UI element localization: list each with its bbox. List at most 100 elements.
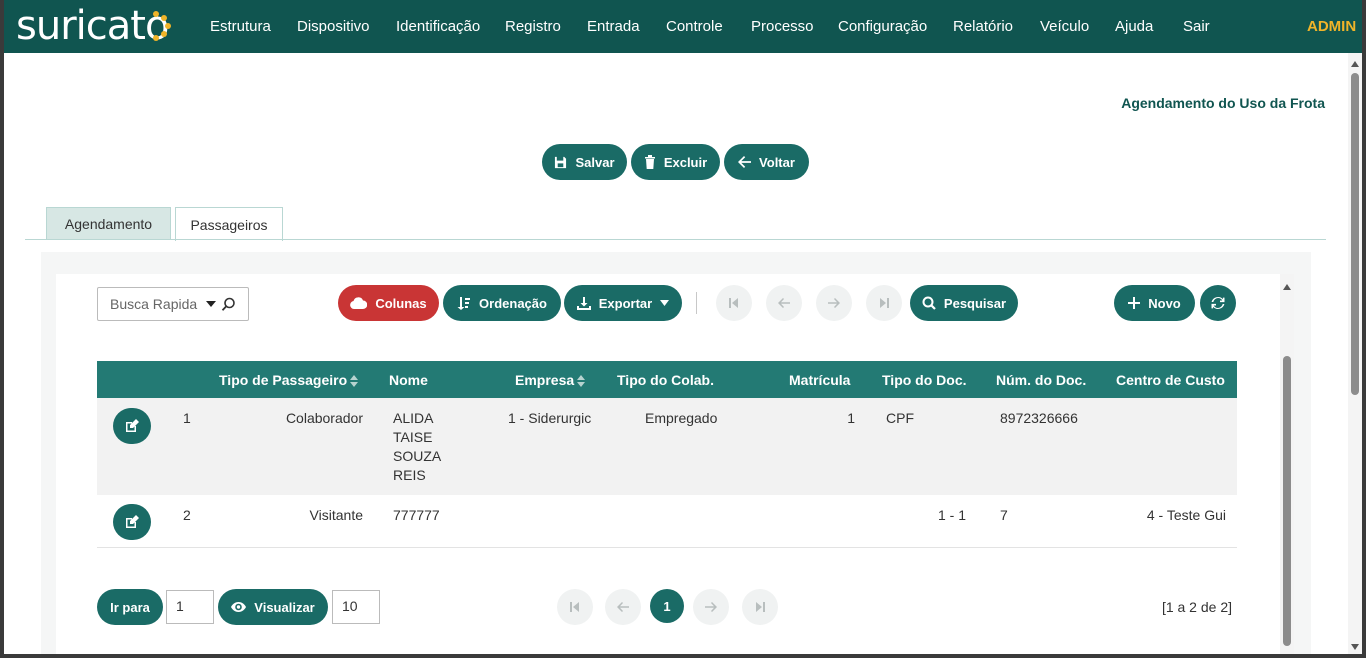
caret-down-icon	[660, 300, 670, 306]
download-icon	[576, 296, 591, 310]
quick-search	[97, 287, 249, 321]
last-page-button[interactable]	[866, 285, 902, 321]
export-button[interactable]: Exportar	[564, 285, 682, 321]
nav-dispositivo[interactable]: Dispositivo	[297, 18, 370, 36]
nav-relatorio[interactable]: Relatório	[953, 18, 1013, 36]
edit-row-button[interactable]	[113, 504, 151, 540]
page-size-input[interactable]: 10	[332, 590, 380, 624]
search-button[interactable]: Pesquisar	[910, 285, 1018, 321]
col-centro-custo[interactable]: Centro de Custo	[1116, 372, 1225, 388]
ordering-button[interactable]: Ordenação	[443, 285, 561, 321]
arrow-right-icon	[705, 602, 717, 612]
scroll-up-icon[interactable]	[1351, 61, 1359, 67]
row-number: 2	[183, 507, 191, 523]
save-button[interactable]: Salvar	[542, 144, 627, 180]
first-page-icon	[729, 298, 738, 308]
tab-divider	[25, 239, 1326, 240]
last-page-icon	[756, 602, 765, 612]
delete-button[interactable]: Excluir	[631, 144, 720, 180]
footer-prev-page-button[interactable]	[605, 589, 641, 625]
toolbar-divider	[696, 292, 697, 314]
nav-entrada[interactable]: Entrada	[587, 18, 640, 36]
col-tipo-colab[interactable]: Tipo do Colab.	[617, 372, 714, 388]
goto-page-input[interactable]: 1	[166, 590, 214, 624]
nav-identificacao[interactable]: Identificação	[396, 18, 480, 36]
cell-num-doc: 8972326666	[1000, 410, 1078, 426]
edit-row-button[interactable]	[113, 408, 151, 444]
chevron-down-icon[interactable]	[206, 301, 216, 307]
col-nome[interactable]: Nome	[389, 372, 428, 388]
edit-icon	[126, 419, 139, 432]
tab-agendamento[interactable]: Agendamento	[46, 207, 171, 240]
sort-icon	[457, 296, 471, 310]
scrollbar-thumb[interactable]	[1351, 73, 1359, 395]
panel-scroll-up-icon[interactable]	[1283, 284, 1291, 290]
nav-sair[interactable]: Sair	[1183, 18, 1210, 36]
refresh-button[interactable]	[1200, 285, 1236, 321]
plus-icon	[1128, 297, 1141, 309]
cell-nome: ALIDA TAISE SOUZA REIS	[393, 410, 442, 483]
edit-icon	[126, 515, 139, 528]
logo-dots-icon	[153, 11, 171, 41]
cell-tipo-passageiro: Colaborador	[285, 410, 363, 426]
tab-passageiros[interactable]: Passageiros	[175, 207, 283, 241]
cell-centro-custo: 4 - Teste Gui	[1146, 507, 1226, 523]
cloud-icon	[350, 297, 368, 309]
search-icon[interactable]	[221, 297, 236, 312]
nav-estrutura[interactable]: Estrutura	[210, 18, 271, 36]
arrow-left-icon	[617, 602, 629, 612]
nav-controle[interactable]: Controle	[666, 18, 723, 36]
footer-next-page-button[interactable]	[693, 589, 729, 625]
footer-first-page-button[interactable]	[557, 589, 593, 625]
top-navbar: suricato Estrutura Dispositivo Identific…	[4, 0, 1362, 53]
search-icon	[922, 296, 936, 310]
cell-tipo-passageiro: Visitante	[309, 507, 363, 523]
table-row[interactable]: 1 Colaborador ALIDA TAISE SOUZA REIS 1 -…	[97, 398, 1237, 495]
cell-empresa: 1 - Siderurgic	[508, 410, 592, 426]
col-num-doc[interactable]: Núm. do Doc.	[996, 372, 1086, 388]
app-window: suricato Estrutura Dispositivo Identific…	[4, 0, 1362, 654]
next-page-button[interactable]	[816, 285, 852, 321]
row-number: 1	[183, 410, 191, 426]
footer-last-page-button[interactable]	[742, 589, 778, 625]
goto-button[interactable]: Ir para	[97, 589, 163, 625]
cell-nome: 777777	[393, 507, 440, 523]
cell-tipo-doc: CPF	[886, 410, 914, 426]
col-tipo-doc[interactable]: Tipo do Doc.	[882, 372, 967, 388]
table-header: Tipo de Passageiro Nome Empresa Tipo do …	[97, 361, 1237, 398]
prev-page-button[interactable]	[766, 285, 802, 321]
view-button[interactable]: Visualizar	[218, 589, 328, 625]
arrow-left-icon	[778, 298, 790, 308]
cell-tipo-colab: Empregado	[645, 410, 718, 426]
columns-button[interactable]: Colunas	[338, 285, 439, 321]
nav-processo[interactable]: Processo	[751, 18, 814, 36]
cell-tipo-doc: 1 - 1	[937, 507, 966, 523]
first-page-button[interactable]	[716, 285, 752, 321]
col-empresa[interactable]: Empresa	[515, 372, 586, 388]
floppy-icon	[555, 156, 567, 168]
sort-icon	[577, 375, 586, 388]
table-row[interactable]: 2 Visitante 777777 1 - 1 7 4 - Teste Gui	[97, 495, 1237, 548]
nav-configuracao[interactable]: Configuração	[838, 18, 927, 36]
scroll-down-icon[interactable]	[1351, 644, 1359, 650]
arrow-left-icon	[738, 156, 752, 168]
col-matricula[interactable]: Matrícula	[789, 372, 850, 388]
trash-icon	[644, 155, 655, 169]
current-page-button[interactable]: 1	[650, 589, 684, 623]
user-menu-admin[interactable]: ADMIN	[1307, 18, 1356, 36]
cell-matricula: 1	[847, 410, 855, 426]
panel-scrollbar[interactable]	[1280, 274, 1294, 654]
nav-registro[interactable]: Registro	[505, 18, 561, 36]
back-button[interactable]: Voltar	[724, 144, 809, 180]
record-count: [1 a 2 de 2]	[1161, 599, 1232, 615]
search-input[interactable]	[98, 288, 208, 320]
new-button[interactable]: Novo	[1114, 285, 1195, 321]
page-title: Agendamento do Uso da Frota	[1121, 95, 1325, 111]
nav-ajuda[interactable]: Ajuda	[1115, 18, 1153, 36]
refresh-icon	[1211, 297, 1225, 309]
col-tipo-passageiro[interactable]: Tipo de Passageiro	[219, 372, 359, 388]
page-scrollbar[interactable]	[1348, 53, 1362, 654]
eye-icon	[231, 602, 247, 612]
nav-veiculo[interactable]: Veículo	[1040, 18, 1089, 36]
panel-scrollbar-thumb[interactable]	[1283, 356, 1291, 646]
